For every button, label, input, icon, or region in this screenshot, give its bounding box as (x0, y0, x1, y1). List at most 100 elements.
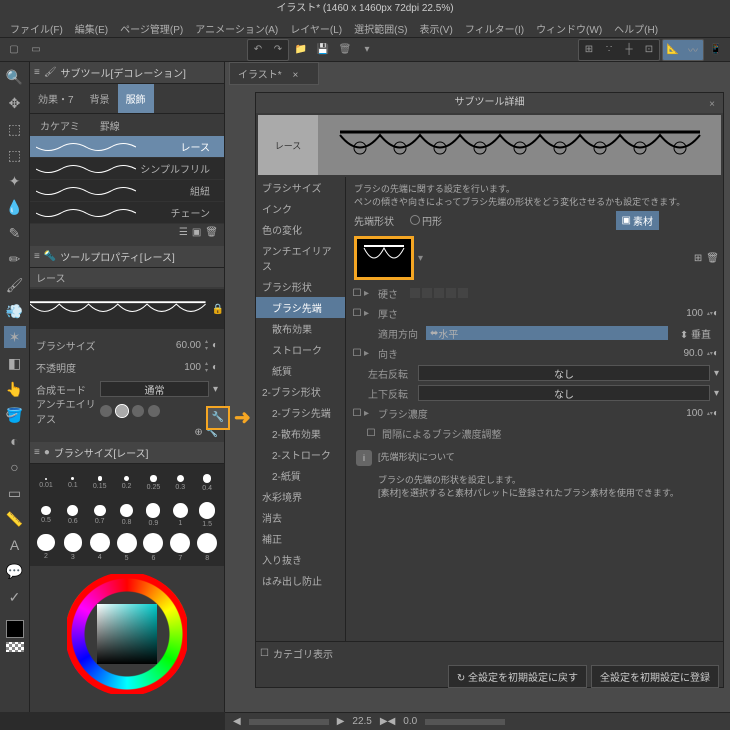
nav-right-icon[interactable]: ▶ (337, 716, 345, 727)
brush-size-preset[interactable]: 3 (61, 532, 85, 562)
fill-icon[interactable]: 🪣 (4, 404, 26, 426)
undo-icon[interactable]: ↶ (248, 40, 268, 60)
bg-color[interactable] (6, 642, 24, 652)
wrench-icon[interactable]: 🔧 (206, 406, 230, 430)
brush-size-preset[interactable]: 0.1 (61, 468, 85, 498)
brush-item[interactable]: 組紐 (30, 180, 224, 202)
checkbox[interactable]: ☐ (350, 288, 364, 299)
more-icon[interactable]: ⊕ (194, 427, 202, 438)
balloon-icon[interactable]: 💬 (4, 560, 26, 582)
category-item[interactable]: 2-紙質 (256, 465, 345, 486)
airbrush-icon[interactable]: 💨 (4, 300, 26, 322)
aa-option[interactable] (116, 405, 128, 417)
smartphone-icon[interactable]: 📱 (706, 40, 726, 60)
menu-item[interactable]: 編集(E) (69, 18, 114, 37)
brush-size-preset[interactable]: 1 (168, 500, 192, 530)
hardness-opt[interactable] (446, 288, 456, 298)
category-item[interactable]: 2-ブラシ形状 (256, 381, 345, 402)
spinner-icon[interactable]: ▴▾ (205, 360, 208, 374)
trash-icon[interactable]: ▾ (357, 40, 377, 60)
tip-circle-option[interactable]: 円形 (410, 213, 442, 228)
brush-size-preset[interactable]: 8 (195, 532, 219, 562)
color-wheel[interactable] (67, 574, 187, 694)
category-item[interactable]: ブラシ先端 (256, 297, 345, 318)
density-value[interactable]: 100 (686, 408, 707, 419)
pen-icon[interactable]: ✎ (4, 222, 26, 244)
menu-icon[interactable]: ≡ (34, 67, 40, 78)
category-item[interactable]: 水彩境界 (256, 486, 345, 507)
expand-icon[interactable]: ▸ (364, 408, 374, 419)
category-item[interactable]: ブラシ形状 (256, 276, 345, 297)
folder-icon[interactable]: 📁 (291, 40, 311, 60)
text-icon[interactable]: A (4, 534, 26, 556)
checkbox[interactable]: ☐ (364, 428, 378, 439)
aa-option[interactable] (132, 405, 144, 417)
aa-option[interactable] (100, 405, 112, 417)
chevron-down-icon[interactable]: ▾ (714, 368, 719, 379)
ruler-icon[interactable]: 📏 (4, 508, 26, 530)
duplicate-icon[interactable]: ▣ (192, 227, 201, 243)
curve-icon[interactable]: 〰 (683, 40, 703, 60)
checkbox[interactable]: ☐ (350, 308, 364, 319)
correct-icon[interactable]: ✓ (4, 586, 26, 608)
decoration-icon[interactable]: ✶ (4, 326, 26, 348)
menu-icon[interactable]: ≡ (34, 447, 40, 458)
category-item[interactable]: 紙質 (256, 360, 345, 381)
move-icon[interactable]: ✥ (4, 92, 26, 114)
open-icon[interactable]: ▭ (26, 40, 46, 60)
document-tab[interactable]: イラスト* × (229, 62, 319, 85)
angle-slider[interactable] (425, 719, 505, 725)
transform-icon[interactable]: ⬚ (4, 118, 26, 140)
eraser-icon[interactable]: ◧ (4, 352, 26, 374)
brush-size-preset[interactable]: 0.9 (141, 500, 165, 530)
brush-size-value[interactable]: 60.00 (100, 340, 201, 351)
thickness-value[interactable]: 100 (686, 308, 707, 319)
expand-icon[interactable]: ▸ (364, 348, 374, 359)
menu-item[interactable]: 表示(V) (413, 18, 458, 37)
flip-h-select[interactable]: なし (418, 365, 710, 381)
menu-item[interactable]: ウィンドウ(W) (530, 18, 608, 37)
hardness-opt[interactable] (434, 288, 444, 298)
wand-icon[interactable]: ✦ (4, 170, 26, 192)
frame-icon[interactable]: ▭ (4, 482, 26, 504)
category-item[interactable]: ブラシサイズ (256, 177, 345, 198)
hardness-opt[interactable] (458, 288, 468, 298)
brush-icon[interactable]: 🖌 (4, 274, 26, 296)
redo-icon[interactable]: ↷ (268, 40, 288, 60)
category-item[interactable]: 2-散布効果 (256, 423, 345, 444)
gradient-icon[interactable]: ◐ (4, 430, 26, 452)
brush-size-preset[interactable]: 0.5 (34, 500, 58, 530)
snap-icon[interactable]: ⊞ (579, 40, 599, 60)
category-item[interactable]: 散布効果 (256, 318, 345, 339)
category-item[interactable]: 2-ストローク (256, 444, 345, 465)
category-item[interactable]: 消去 (256, 507, 345, 528)
aa-option[interactable] (148, 405, 160, 417)
dynamics-icon[interactable]: ◐ (713, 408, 719, 419)
new-icon[interactable]: ▢ (4, 40, 24, 60)
add-icon[interactable]: ⊞ (694, 253, 702, 264)
expand-icon[interactable]: ▸ (364, 308, 374, 319)
brush-size-preset[interactable]: 4 (88, 532, 112, 562)
category-item[interactable]: はみ出し防止 (256, 570, 345, 591)
checkbox[interactable]: ☐ (350, 348, 364, 359)
subtool-tab[interactable]: 罫線 (90, 114, 130, 136)
trash-icon[interactable]: 🗑 (205, 227, 218, 243)
brush-size-preset[interactable]: 0.25 (141, 468, 165, 498)
direction-h-option[interactable]: ⬌ 水平 (426, 326, 668, 340)
subtool-tab[interactable]: 効果・7 (30, 84, 82, 113)
nav-left-icon[interactable]: ▶◀ (380, 716, 395, 727)
zoom-icon[interactable]: 🔍 (4, 66, 26, 88)
chevron-down-icon[interactable]: ▾ (213, 384, 218, 395)
subtool-tab[interactable]: 背景 (82, 84, 118, 113)
checkbox[interactable]: ☐ (260, 648, 269, 659)
chevron-down-icon[interactable]: ▾ (714, 388, 719, 399)
trash-icon[interactable]: 🗑 (335, 40, 355, 60)
menu-item[interactable]: アニメーション(A) (189, 18, 284, 37)
dynamics-icon[interactable]: ◐ (212, 362, 218, 373)
dynamics-icon[interactable]: ◐ (713, 348, 719, 359)
brush-size-preset[interactable]: 7 (168, 532, 192, 562)
brush-size-preset[interactable]: 0.2 (115, 468, 139, 498)
hardness-opt[interactable] (422, 288, 432, 298)
checkbox[interactable]: ☐ (350, 408, 364, 419)
category-item[interactable]: 補正 (256, 528, 345, 549)
